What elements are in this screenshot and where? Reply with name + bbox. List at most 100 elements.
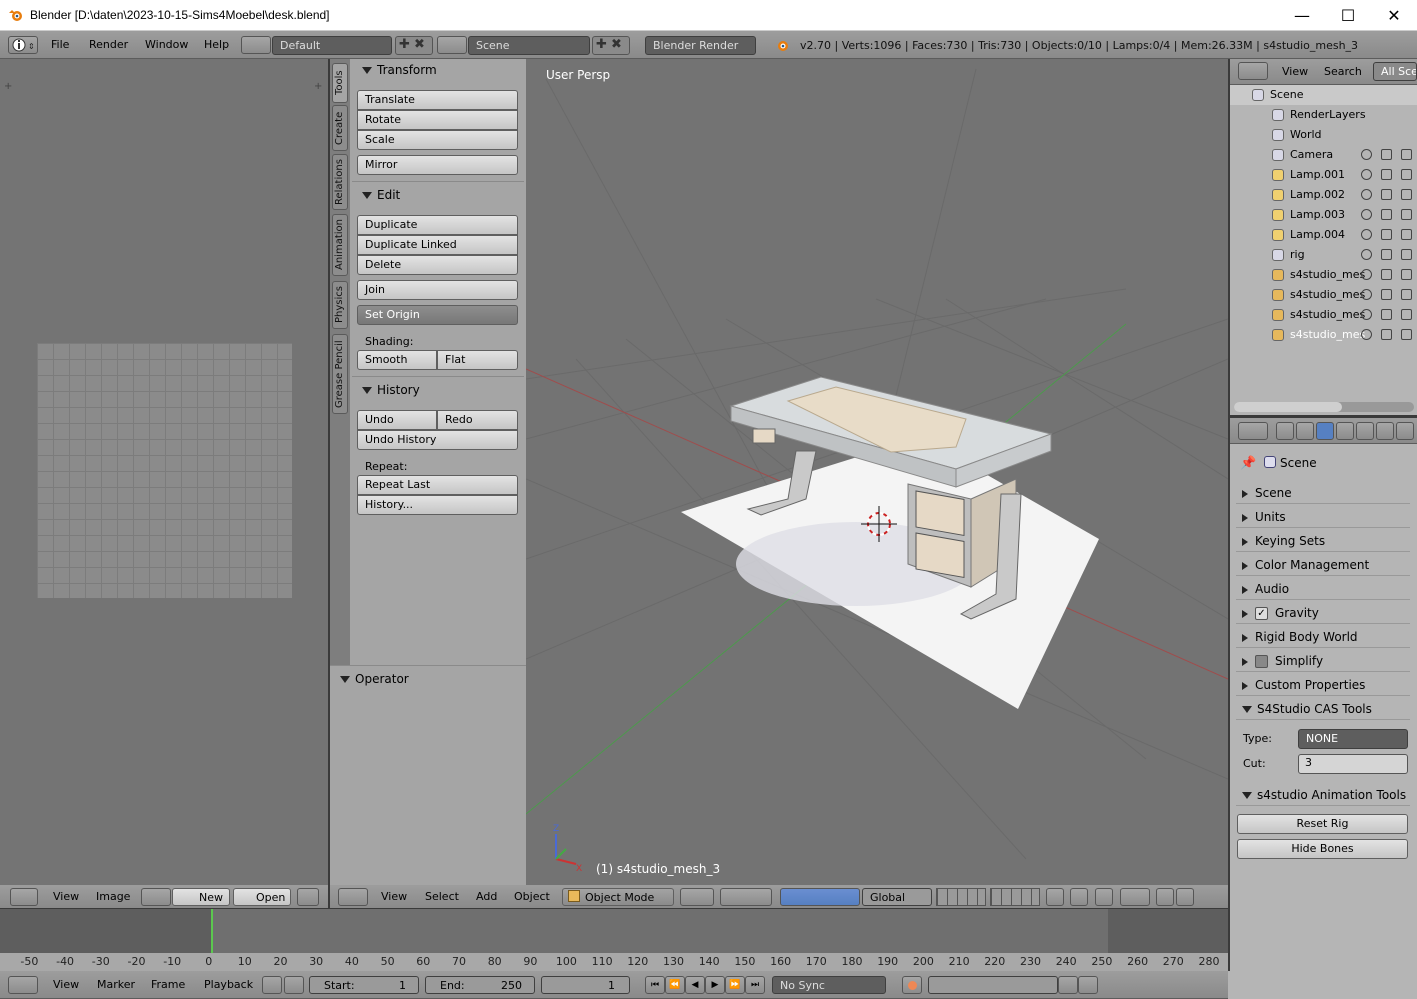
timeline-ruler[interactable]: -50 -40 -30 -20 -10 0 10 20 30 40 50 60 70 80 90 100 110… xyxy=(0,953,1228,971)
outliner-row[interactable]: Lamp.004 xyxy=(1230,225,1417,245)
outliner-editor-type-icon[interactable] xyxy=(1238,62,1268,80)
keying-set-field[interactable] xyxy=(928,976,1058,994)
outliner-row[interactable]: World xyxy=(1230,125,1417,145)
render-visibility-icon[interactable] xyxy=(1401,289,1412,300)
layers-left-grid[interactable] xyxy=(936,888,986,906)
eye-icon[interactable] xyxy=(1361,169,1372,180)
layers-right-grid[interactable] xyxy=(990,888,1040,906)
eye-icon[interactable] xyxy=(1361,229,1372,240)
menu-file[interactable]: File xyxy=(51,31,69,59)
outliner-item-label[interactable]: s4studio_mes xyxy=(1290,325,1387,345)
outliner-item-label[interactable]: s4studio_mes xyxy=(1290,305,1387,325)
undo-history-button[interactable]: Undo History xyxy=(357,430,518,450)
menu-view[interactable]: View xyxy=(53,885,79,909)
duplicate-button[interactable]: Duplicate xyxy=(357,215,518,235)
properties-panel-header[interactable]: S4Studio CAS Tools xyxy=(1236,698,1410,720)
render-visibility-icon[interactable] xyxy=(1401,189,1412,200)
scene-add-remove-icon[interactable]: ✚ ✖ xyxy=(592,36,630,55)
eye-icon[interactable] xyxy=(1361,209,1372,220)
menu-window[interactable]: Window xyxy=(145,31,188,59)
menu-select[interactable]: Select xyxy=(425,885,459,909)
close-button[interactable]: ✕ xyxy=(1371,0,1417,31)
modifiers-tab-icon[interactable] xyxy=(1396,422,1414,440)
scene-field[interactable]: Scene xyxy=(468,36,590,55)
viewport-scene[interactable]: Z X xyxy=(526,59,1228,885)
outliner-scrollbar[interactable] xyxy=(1234,402,1414,412)
outliner-row[interactable]: s4studio_mes xyxy=(1230,325,1417,345)
area-separator[interactable] xyxy=(1230,415,1417,418)
timeline-area[interactable]: -50 -40 -30 -20 -10 0 10 20 30 40 50 60 70 80 90 100 110… xyxy=(0,909,1228,971)
duplicate-linked-button[interactable]: Duplicate Linked xyxy=(357,235,518,255)
cut-input[interactable]: 3 xyxy=(1298,754,1408,774)
eye-icon[interactable] xyxy=(1361,269,1372,280)
layout-field[interactable]: Default xyxy=(272,36,392,55)
area-separator[interactable] xyxy=(328,59,330,909)
properties-panel-header[interactable]: Custom Properties xyxy=(1236,674,1410,696)
outliner-row[interactable]: Camera xyxy=(1230,145,1417,165)
cursor-icon[interactable] xyxy=(1381,289,1392,300)
play-icon[interactable]: ▶ xyxy=(705,976,725,994)
maximize-button[interactable]: ☐ xyxy=(1325,0,1371,31)
render-visibility-icon[interactable] xyxy=(1401,249,1412,260)
timeline-editor-type-icon[interactable] xyxy=(8,976,38,994)
render-visibility-icon[interactable] xyxy=(1401,309,1412,320)
plus-icon[interactable]: + xyxy=(314,81,322,92)
image-editor-type-icon[interactable] xyxy=(10,888,38,906)
render-engine-select[interactable]: Blender Render xyxy=(645,36,756,55)
outliner-item-label[interactable]: Lamp.003 xyxy=(1290,205,1387,225)
menu-playback[interactable]: Playback xyxy=(204,971,253,999)
menu-frame[interactable]: Frame xyxy=(151,971,185,999)
undo-button[interactable]: Undo xyxy=(357,410,437,430)
menu-view[interactable]: View xyxy=(53,971,79,999)
pin-icon[interactable] xyxy=(297,888,319,906)
properties-panel-header[interactable]: Scene xyxy=(1236,482,1410,504)
eye-icon[interactable] xyxy=(1361,249,1372,260)
outliner-row[interactable]: s4studio_mes xyxy=(1230,285,1417,305)
current-frame-field[interactable]: 1 xyxy=(541,976,630,994)
outliner-item-label[interactable]: s4studio_mes xyxy=(1290,285,1387,305)
menu-view[interactable]: View xyxy=(381,885,407,909)
history-more-button[interactable]: History... xyxy=(357,495,518,515)
area-separator[interactable] xyxy=(1228,59,1230,971)
menu-marker[interactable]: Marker xyxy=(97,971,135,999)
eye-icon[interactable] xyxy=(1361,149,1372,160)
tab-animation[interactable]: Animation xyxy=(332,214,348,276)
outliner-item-label[interactable]: Camera xyxy=(1290,145,1387,165)
uv-grid[interactable] xyxy=(37,343,292,598)
outliner-row[interactable]: rig xyxy=(1230,245,1417,265)
properties-panel-header[interactable]: Keying Sets xyxy=(1236,530,1410,552)
join-button[interactable]: Join xyxy=(357,280,518,300)
snap-icon[interactable] xyxy=(1095,888,1113,906)
world-tab-icon[interactable] xyxy=(1336,422,1354,440)
rotate-button[interactable]: Rotate xyxy=(357,110,518,130)
properties-panel-header[interactable]: Rigid Body World xyxy=(1236,626,1410,648)
tab-physics[interactable]: Physics xyxy=(332,281,348,329)
play-reverse-icon[interactable]: ◀ xyxy=(685,976,705,994)
cursor-icon[interactable] xyxy=(1381,189,1392,200)
outliner-item-label[interactable]: s4studio_mes xyxy=(1290,265,1387,285)
delete-keyframe-icon[interactable] xyxy=(1078,976,1098,994)
repeat-last-button[interactable]: Repeat Last xyxy=(357,475,518,495)
jump-end-icon[interactable]: ⏭ xyxy=(745,976,765,994)
pin-icon[interactable]: 📌 xyxy=(1240,456,1256,471)
eye-icon[interactable] xyxy=(1361,309,1372,320)
eye-icon[interactable] xyxy=(1361,329,1372,340)
cursor-icon[interactable] xyxy=(1381,169,1392,180)
cursor-icon[interactable] xyxy=(1381,309,1392,320)
flat-button[interactable]: Flat xyxy=(437,350,518,370)
outliner-item-label[interactable]: Scene xyxy=(1270,85,1387,105)
outliner-row[interactable]: Scene xyxy=(1230,85,1417,105)
outliner-filter-select[interactable]: All Sce xyxy=(1373,62,1417,81)
properties-panel-header[interactable]: ✓ Gravity xyxy=(1236,602,1410,624)
object-tab-icon[interactable] xyxy=(1356,422,1374,440)
properties-panel-header[interactable]: Color Management xyxy=(1236,554,1410,576)
translate-button[interactable]: Translate xyxy=(357,90,518,110)
menu-render[interactable]: Render xyxy=(89,31,128,59)
cursor-icon[interactable] xyxy=(1381,149,1392,160)
tab-grease-pencil[interactable]: Grease Pencil xyxy=(332,334,348,414)
render-visibility-icon[interactable] xyxy=(1401,269,1412,280)
lock-icon[interactable] xyxy=(284,976,304,994)
jump-start-icon[interactable]: ⏮ xyxy=(645,976,665,994)
mirror-button[interactable]: Mirror xyxy=(357,155,518,175)
layout-screen-icon[interactable] xyxy=(241,36,271,54)
